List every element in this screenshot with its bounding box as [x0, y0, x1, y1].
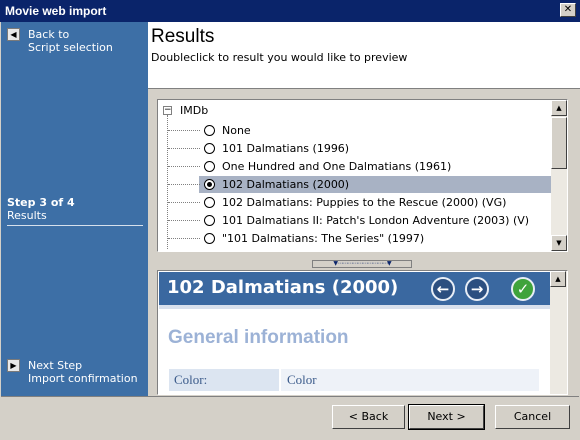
back-link-line2: Script selection: [28, 41, 113, 54]
scroll-down-icon[interactable]: ▼: [551, 235, 567, 251]
next-button[interactable]: Next >: [408, 404, 485, 430]
info-row-color: Color: Color: [169, 369, 539, 391]
radio-button[interactable]: [204, 125, 215, 136]
step-divider: [7, 225, 143, 226]
tree-branch-line: [168, 184, 200, 185]
tree-result-item[interactable]: 102 Dalmatians: Puppies to the Rescue (2…: [168, 194, 551, 211]
results-tree[interactable]: − IMDb None 101 Dalmatians (1996) One Hund…: [157, 99, 568, 252]
next-link-line1: Next Step: [28, 359, 83, 372]
tree-root-label: IMDb: [180, 104, 209, 117]
tree-result-item[interactable]: "101 Dalmatians: The Series" (1997): [168, 230, 551, 247]
tree-branch-line: [168, 130, 200, 131]
imdb-globe-icon[interactable]: ✓: [511, 277, 535, 301]
scroll-thumb[interactable]: [551, 117, 567, 169]
tree-branch-line: [168, 220, 200, 221]
tree-result-item[interactable]: 101 Dalmatians (1996): [168, 140, 551, 157]
result-label: None: [222, 124, 251, 137]
title-bar[interactable]: Movie web import ✕: [0, 0, 580, 22]
result-label: One Hundred and One Dalmatians (1961): [222, 160, 452, 173]
preview-section-heading: General information: [168, 327, 349, 348]
next-link-line2: Import confirmation: [28, 372, 138, 385]
left-arrow-icon: ◀: [7, 28, 20, 41]
tree-result-item[interactable]: 102 Dalmatians (2000): [168, 176, 551, 193]
next-step-link[interactable]: ▶ Next Step Import confirmation: [7, 359, 138, 385]
result-label: 102 Dalmatians: Puppies to the Rescue (2…: [222, 196, 507, 209]
info-key: Color:: [169, 369, 279, 391]
back-button[interactable]: < Back: [332, 405, 405, 429]
preview-scrollbar[interactable]: ▲: [550, 271, 567, 394]
back-link-line1: Back to: [28, 28, 70, 41]
sidebar: ◀ Back to Script selection Step 3 of 4 R…: [1, 22, 148, 396]
preview-header: 102 Dalmatians (2000) ← → ✓: [159, 272, 551, 305]
radio-button[interactable]: [204, 233, 215, 244]
tree-branch-line: [168, 166, 200, 167]
preview-title: 102 Dalmatians (2000): [167, 277, 399, 298]
tree-branch-line: [168, 202, 200, 203]
cancel-button[interactable]: Cancel: [495, 405, 570, 429]
back-arrow-icon[interactable]: ←: [431, 277, 455, 301]
result-label: 102 Dalmatians (2000): [222, 178, 350, 191]
radio-button[interactable]: [204, 161, 215, 172]
radio-button[interactable]: [204, 197, 215, 208]
page-header: Results Doubleclick to result you would …: [148, 22, 580, 89]
scroll-up-icon[interactable]: ▲: [551, 100, 567, 116]
radio-button[interactable]: [204, 143, 215, 154]
splitter-handle[interactable]: ▼⋯⋯⋯⋯⋯⋯⋯⋯⋯⋯▼: [312, 260, 412, 268]
tree-branch-line: [168, 148, 200, 149]
close-button[interactable]: ✕: [560, 3, 576, 17]
step-indicator: Step 3 of 4: [7, 196, 75, 209]
result-label: 101 Dalmatians (1996): [222, 142, 350, 155]
window-title: Movie web import: [5, 4, 107, 18]
tree-result-item[interactable]: 101 Dalmatians II: Patch's London Advent…: [168, 212, 551, 229]
collapse-icon[interactable]: −: [163, 106, 172, 115]
radio-button[interactable]: [204, 179, 215, 190]
page-title: Results: [151, 26, 215, 47]
wizard-footer: < Back Next > Cancel: [1, 396, 579, 440]
tree-result-item[interactable]: None: [168, 122, 551, 139]
info-value: Color: [281, 369, 539, 391]
radio-button[interactable]: [204, 215, 215, 226]
result-label: 101 Dalmatians II: Patch's London Advent…: [222, 214, 530, 227]
forward-arrow-icon[interactable]: →: [465, 277, 489, 301]
step-name: Results: [7, 209, 47, 222]
back-to-script-link[interactable]: ◀ Back to Script selection: [7, 28, 113, 54]
preview-header-strip: [159, 305, 551, 309]
tree-scrollbar[interactable]: ▲ ▼: [551, 100, 567, 251]
tree-result-item[interactable]: One Hundred and One Dalmatians (1961): [168, 158, 551, 175]
right-arrow-icon: ▶: [7, 359, 20, 372]
scroll-up-icon[interactable]: ▲: [550, 271, 566, 287]
result-label: "101 Dalmatians: The Series" (1997): [222, 232, 425, 245]
movie-import-window: Movie web import ✕ ◀ Back to Script sele…: [0, 0, 580, 440]
tree-branch-line: [168, 238, 200, 239]
tree-root-imdb[interactable]: − IMDb: [163, 104, 208, 117]
preview-pane[interactable]: 102 Dalmatians (2000) ← → ✓ General info…: [157, 270, 568, 395]
page-instructions: Doubleclick to result you would like to …: [151, 51, 408, 64]
